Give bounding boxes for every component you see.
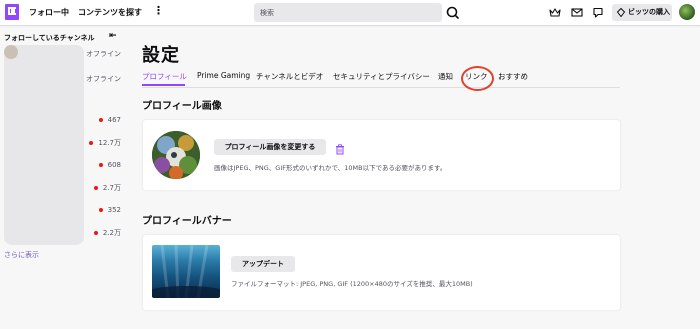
tab-recommendations[interactable]: おすすめ bbox=[498, 71, 528, 82]
following-link[interactable]: フォロー中 bbox=[29, 7, 69, 18]
viewer-count: 2.2万 bbox=[102, 229, 121, 237]
get-bits-label: ビッツの購入 bbox=[628, 8, 670, 16]
live-dot bbox=[98, 118, 103, 122]
viewer-count: 12.7万 bbox=[98, 139, 121, 147]
profile-image-hint: 画像はJPEG、PNG、GIF形式のいずれかで、10MB以下である必要があります… bbox=[214, 164, 447, 172]
channel-row[interactable]: オフライン bbox=[86, 74, 121, 84]
tab-channel-and-videos[interactable]: チャンネルとビデオ bbox=[256, 71, 323, 82]
live-dot bbox=[98, 208, 103, 212]
live-dot bbox=[93, 186, 98, 190]
user-avatar[interactable] bbox=[679, 4, 695, 20]
tabs-divider bbox=[142, 87, 620, 88]
blurred-channel-list bbox=[4, 45, 84, 245]
annotation-circle bbox=[461, 66, 494, 91]
collapse-icon[interactable]: ⇤ bbox=[109, 31, 117, 41]
tab-profile[interactable]: プロフィール bbox=[142, 71, 187, 82]
show-more-link[interactable]: さらに表示 bbox=[4, 250, 39, 260]
chat-icon[interactable] bbox=[592, 7, 604, 18]
change-profile-image-button[interactable]: プロフィール画像を変更する bbox=[214, 139, 326, 155]
live-dot bbox=[98, 163, 103, 167]
crown-icon[interactable] bbox=[549, 7, 561, 18]
update-banner-label: アップデート bbox=[242, 260, 284, 268]
channel-row[interactable]: 352 bbox=[98, 206, 121, 214]
settings-page: 設定 プロフィール Prime Gaming チャンネルとビデオ セキュリティと… bbox=[126, 27, 700, 329]
kebab-icon[interactable]: ⋮ bbox=[153, 5, 164, 17]
mail-icon[interactable] bbox=[571, 7, 583, 18]
search-button[interactable] bbox=[442, 3, 464, 22]
search-input[interactable]: 検索 bbox=[254, 3, 442, 22]
profile-banner-heading: プロフィールバナー bbox=[142, 216, 232, 227]
top-navigation-bar: フォロー中 コンテンツを探す ⋮ 検索 ビッツの購入 bbox=[0, 0, 700, 26]
live-dot bbox=[89, 141, 94, 145]
bits-gem-icon bbox=[617, 8, 625, 17]
change-profile-image-label: プロフィール画像を変更する bbox=[224, 143, 316, 151]
channel-status: オフライン bbox=[86, 50, 121, 58]
active-tab-indicator bbox=[142, 84, 185, 86]
profile-banner-hint: ファイルフォーマット: JPEG, PNG, GIF (1200×480のサイズ… bbox=[231, 280, 473, 288]
sidebar-title: フォローしているチャンネル bbox=[4, 34, 95, 42]
channel-row[interactable]: 467 bbox=[98, 116, 121, 124]
channel-row[interactable]: 2.2万 bbox=[93, 228, 121, 238]
get-bits-button[interactable]: ビッツの購入 bbox=[612, 4, 672, 21]
twitch-logo-icon[interactable] bbox=[5, 4, 19, 20]
search-placeholder: 検索 bbox=[260, 9, 274, 17]
update-banner-button[interactable]: アップデート bbox=[231, 256, 295, 272]
viewer-count: 467 bbox=[107, 116, 121, 124]
channel-row[interactable]: 608 bbox=[98, 161, 121, 169]
tab-notifications[interactable]: 通知 bbox=[438, 71, 453, 82]
browse-link[interactable]: コンテンツを探す bbox=[78, 7, 142, 18]
profile-banner-card: アップデート ファイルフォーマット: JPEG, PNG, GIF (1200×… bbox=[143, 235, 620, 310]
trash-icon[interactable] bbox=[335, 144, 345, 155]
tab-security-and-privacy[interactable]: セキュリティとプライバシー bbox=[333, 71, 430, 82]
viewer-count: 352 bbox=[107, 206, 121, 214]
profile-image bbox=[152, 131, 200, 179]
channel-status: オフライン bbox=[86, 75, 121, 83]
profile-image-card: プロフィール画像を変更する 画像はJPEG、PNG、GIF形式のいずれかで、10… bbox=[143, 120, 620, 190]
channel-row[interactable]: 12.7万 bbox=[89, 138, 121, 148]
channel-row[interactable]: オフライン bbox=[86, 49, 121, 59]
search-icon bbox=[446, 6, 459, 19]
tab-prime-gaming[interactable]: Prime Gaming bbox=[197, 71, 250, 80]
channel-row[interactable]: 2.7万 bbox=[93, 183, 121, 193]
page-title: 設定 bbox=[142, 45, 180, 66]
profile-image-heading: プロフィール画像 bbox=[142, 101, 222, 112]
followed-channels-sidebar: フォローしているチャンネル ⇤ オフライン オフライン 467 12.7万 60… bbox=[0, 27, 126, 329]
viewer-count: 608 bbox=[107, 161, 121, 169]
live-dot bbox=[93, 231, 98, 235]
viewer-count: 2.7万 bbox=[102, 184, 121, 192]
banner-image bbox=[152, 245, 220, 298]
